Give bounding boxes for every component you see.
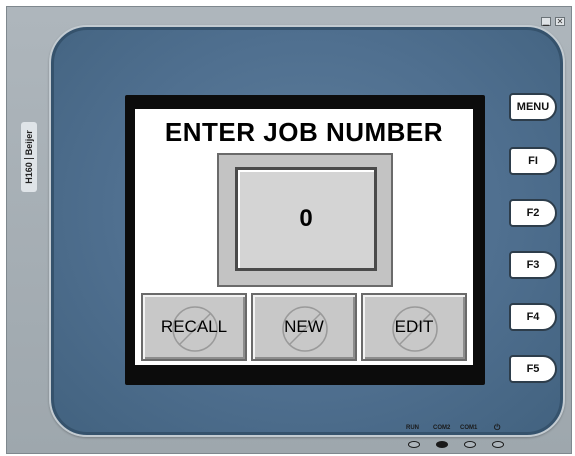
job-number-field[interactable]: 0 <box>235 167 377 271</box>
f4-key[interactable]: F4 <box>509 303 557 331</box>
com2-led <box>436 441 448 448</box>
recall-button-label: RECALL <box>160 317 228 336</box>
minimize-icon[interactable]: ▁ <box>541 17 551 26</box>
f3-key[interactable]: F3 <box>509 251 557 279</box>
hmi-window: ▁ ✕ H160 Beijer ENTER JOB NUMBER 0 RECAL… <box>6 6 572 454</box>
f1-key[interactable]: FI <box>509 147 557 175</box>
brand-label: H160 Beijer <box>21 122 37 192</box>
new-button-label: NEW <box>284 317 324 336</box>
f5-key[interactable]: F5 <box>509 355 557 383</box>
screen-title: ENTER JOB NUMBER <box>164 117 444 147</box>
close-icon[interactable]: ✕ <box>555 17 565 26</box>
power-led <box>492 441 504 448</box>
edit-button-label: EDIT <box>394 317 434 336</box>
run-led <box>408 441 420 448</box>
job-number-panel: 0 <box>217 153 393 287</box>
recall-button[interactable]: RECALL <box>141 293 247 361</box>
brand-name: Beijer <box>24 130 34 156</box>
com1-led <box>464 441 476 448</box>
f2-key[interactable]: F2 <box>509 199 557 227</box>
menu-key[interactable]: MENU <box>509 93 557 121</box>
new-button[interactable]: NEW <box>251 293 357 361</box>
touch-screen: ENTER JOB NUMBER 0 RECALL NEW EDIT <box>135 109 473 365</box>
brand-separator <box>24 158 34 160</box>
brand-model: H160 <box>24 162 34 184</box>
edit-button[interactable]: EDIT <box>361 293 467 361</box>
